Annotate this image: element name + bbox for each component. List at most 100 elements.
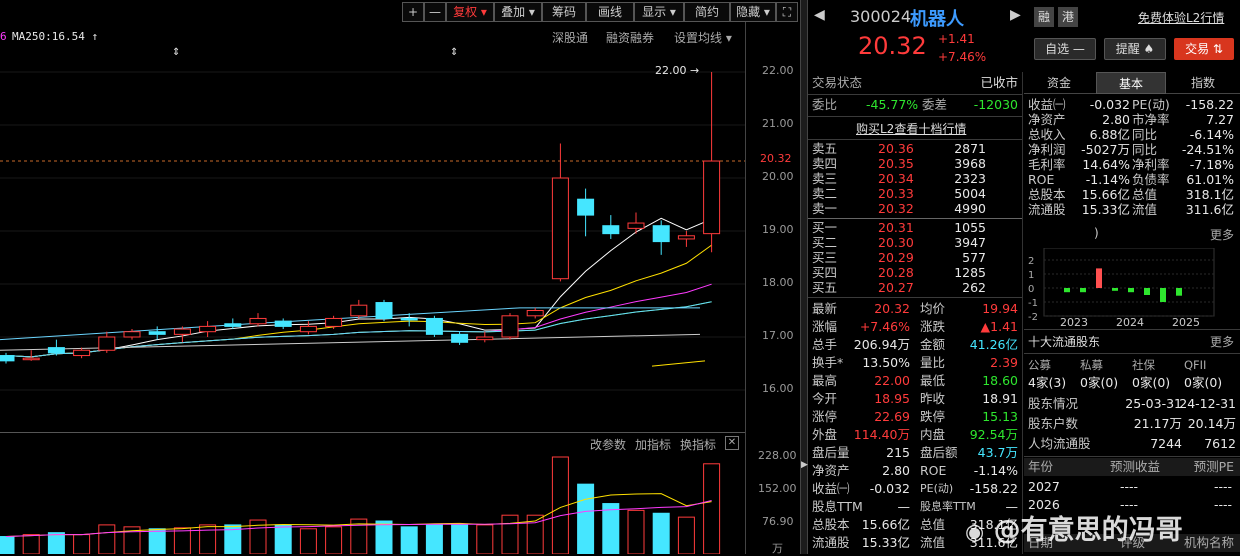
- buys-row-4: 买五 20.27 262: [808, 280, 1022, 295]
- top10-header: QFII: [1184, 358, 1207, 372]
- stat-label: 最高: [812, 373, 838, 388]
- volume-chart[interactable]: [0, 455, 745, 554]
- prev-stock-icon[interactable]: ◀: [814, 7, 825, 23]
- top10-row-b: 24-12-31: [1179, 396, 1236, 411]
- fundamental-row: 总收入 6.88亿 同比 -6.14%: [1024, 127, 1240, 142]
- fund-label: 负债率: [1132, 172, 1170, 187]
- top10-row-a: 25-03-31: [1125, 396, 1182, 411]
- fuquan-dropdown[interactable]: 复权 ▾: [446, 2, 494, 22]
- buys-price: 20.29: [878, 250, 914, 265]
- sells-price: 20.32: [878, 201, 914, 216]
- sells-price: 20.34: [878, 171, 914, 186]
- price-tick: 21.00: [762, 117, 794, 130]
- candle-body: [526, 310, 544, 317]
- volume-bar: [173, 527, 191, 554]
- stat-value: 206.94万: [853, 337, 910, 352]
- stat-value: -158.22: [969, 481, 1018, 496]
- stat-label: 量比: [920, 355, 946, 370]
- fullscreen-icon[interactable]: ⛶: [776, 2, 798, 22]
- stat-row: 涨幅 +7.46% 涨跌 ▲1.41: [808, 318, 1022, 336]
- stat-value: ▲1.41: [980, 319, 1018, 334]
- stat-value: -0.032: [869, 481, 910, 496]
- stock-name: 机器人: [910, 9, 964, 30]
- top10-row-b: 7612: [1204, 436, 1236, 451]
- top10-more-link[interactable]: 更多: [1210, 333, 1234, 350]
- buys-price: 20.28: [878, 265, 914, 280]
- link-shengutong[interactable]: 深股通: [552, 29, 588, 46]
- chart-area[interactable]: + — 复权 ▾ 叠加 ▾ 筹码 画线 显示 ▾ 简约 隐藏 ▾ ⛶ 6 MA2…: [0, 0, 800, 555]
- close-icon[interactable]: ✕: [725, 436, 739, 450]
- trade-button[interactable]: 交易 ⇅: [1174, 38, 1234, 60]
- price-change-pct: +7.46%: [938, 50, 987, 64]
- l2-link[interactable]: 购买L2查看十档行情: [856, 120, 966, 137]
- fund-value: -24.51%: [1181, 142, 1234, 157]
- sells-label: 卖四: [812, 156, 838, 171]
- sells-price: 20.33: [878, 186, 914, 201]
- buys-label: 买四: [812, 265, 838, 280]
- profit-x-tick: 2024: [1116, 316, 1144, 328]
- stat-label: 净资产: [812, 463, 850, 478]
- link-swap-indicator[interactable]: 换指标: [680, 436, 716, 453]
- tab-zijin[interactable]: 资金: [1024, 72, 1094, 94]
- diejia-dropdown[interactable]: 叠加 ▾: [494, 2, 542, 22]
- yincang-dropdown[interactable]: 隐藏 ▾: [730, 2, 776, 22]
- candle-body: [98, 336, 116, 351]
- buys-volume: 1055: [954, 220, 986, 235]
- top10-header: 社保: [1132, 358, 1155, 372]
- panel-splitter[interactable]: ▶: [800, 0, 808, 554]
- xianshi-dropdown[interactable]: 显示 ▾: [634, 2, 684, 22]
- sells-volume: 3968: [954, 156, 986, 171]
- zoom-out-button[interactable]: —: [424, 2, 446, 22]
- tab-jiben[interactable]: 基本: [1096, 72, 1166, 94]
- fund-label: 市净率: [1132, 112, 1170, 127]
- sells-row-2: 卖三 20.34 2323: [808, 171, 1022, 186]
- link-rongzi[interactable]: 融资融券: [606, 29, 654, 46]
- volume-bar: [325, 526, 343, 554]
- jianyue-button[interactable]: 简约: [684, 2, 730, 22]
- alert-button[interactable]: 提醒 ♠: [1104, 38, 1166, 60]
- volume-bar: [199, 524, 217, 554]
- collapse-arrow-icon[interactable]: ▶: [801, 460, 808, 470]
- fundamental-row: 总股本 15.66亿 总值 318.1亿: [1024, 187, 1240, 202]
- stat-value: 15.33亿: [861, 535, 910, 550]
- ma250-line: [0, 307, 700, 341]
- fundamental-row: 毛利率 14.64% 净利率 -7.18%: [1024, 157, 1240, 172]
- stat-row: 最高 22.00 最低 18.60: [808, 372, 1022, 390]
- stat-label: 最低: [920, 373, 946, 388]
- huaxian-button[interactable]: 画线: [586, 2, 634, 22]
- fund-value: 14.64%: [1082, 157, 1130, 172]
- fund-label: PE(动): [1132, 97, 1170, 112]
- ma-settings-dropdown[interactable]: 设置均线 ▾: [674, 29, 732, 46]
- kline-chart[interactable]: [0, 45, 800, 435]
- profit-bar-chart: 2 1 0 -1 -2 2023 2024 2025: [1028, 248, 1215, 328]
- promo-link[interactable]: 免费体验L2行情: [1138, 9, 1224, 26]
- buys-label: 买一: [812, 220, 838, 235]
- tag-rong[interactable]: 融: [1034, 7, 1054, 27]
- profit-more-link[interactable]: 更多: [1210, 226, 1234, 243]
- zoom-in-button[interactable]: +: [402, 2, 424, 22]
- drag-handle-icon[interactable]: ⇕: [172, 47, 180, 58]
- tag-gang[interactable]: 港: [1058, 7, 1078, 27]
- link-add-indicator[interactable]: 加指标: [635, 436, 671, 453]
- next-stock-icon[interactable]: ▶: [1010, 7, 1021, 23]
- volume-bar: [400, 526, 418, 554]
- sells-label: 卖三: [812, 171, 838, 186]
- fund-value: 6.88亿: [1089, 127, 1130, 142]
- stat-row: 外盘 114.40万 内盘 92.54万: [808, 426, 1022, 444]
- forecast-pe: ----: [1213, 497, 1232, 512]
- price-change: +1.41: [938, 32, 975, 46]
- forecast-pe: ----: [1213, 479, 1232, 494]
- fund-label: 同比: [1132, 127, 1158, 142]
- tab-zhishu[interactable]: 指数: [1168, 72, 1238, 94]
- top10-row: 股东户数 21.17万 20.14万: [1024, 415, 1240, 433]
- chouma-button[interactable]: 筹码: [542, 2, 586, 22]
- link-change-param[interactable]: 改参数: [590, 436, 626, 453]
- drag-handle-icon[interactable]: ⇕: [450, 47, 458, 58]
- candle-body: [274, 320, 292, 327]
- stat-label: 总股本: [812, 517, 850, 532]
- tab-bar: 资金 基本 指数: [1024, 72, 1240, 94]
- candle-body: [47, 347, 65, 354]
- fund-value: -5027万: [1081, 142, 1130, 157]
- add-watchlist-button[interactable]: 自选 —: [1034, 38, 1096, 60]
- volume-bar: [148, 528, 166, 554]
